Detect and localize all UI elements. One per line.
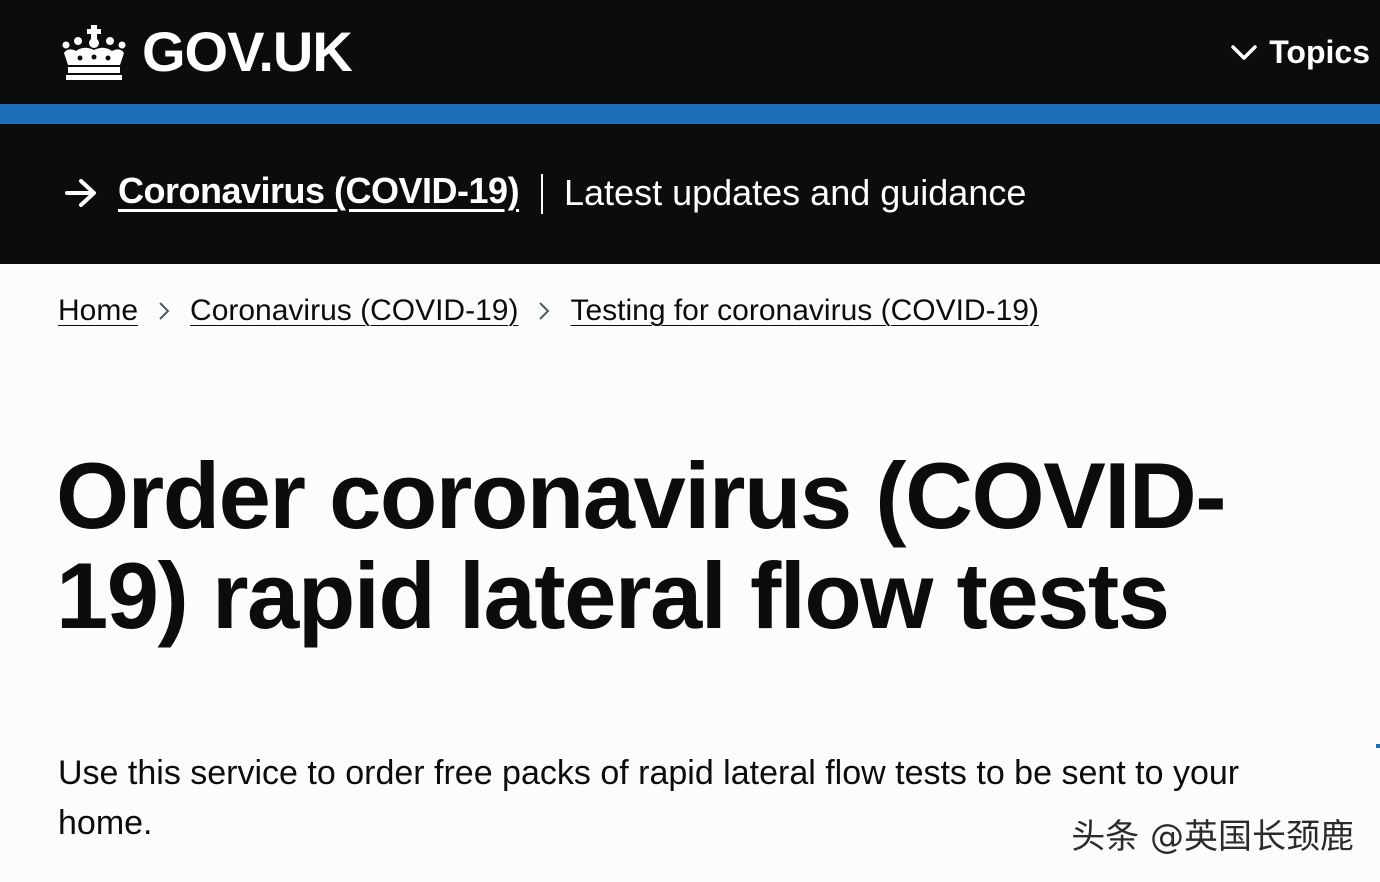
chevron-right-icon bbox=[159, 302, 170, 320]
banner-description: Latest updates and guidance bbox=[564, 172, 1027, 213]
crown-icon bbox=[62, 25, 126, 80]
watermark: 头条 @英国长颈鹿 bbox=[1071, 817, 1354, 857]
page-title: Order coronavirus (COVID-19) rapid later… bbox=[56, 443, 1227, 648]
chevron-right-icon bbox=[539, 302, 550, 320]
banner-divider bbox=[541, 174, 543, 214]
breadcrumb: Home Coronavirus (COVID-19) Testing for … bbox=[58, 294, 1039, 328]
covid-banner: Coronavirus (COVID-19) Latest updates an… bbox=[0, 124, 1380, 264]
govuk-logo-link[interactable]: GOV.UK bbox=[58, 20, 353, 84]
site-header: GOV.UK Topics bbox=[0, 0, 1380, 104]
breadcrumb-home[interactable]: Home bbox=[58, 294, 138, 328]
covid-banner-link[interactable]: Coronavirus (COVID-19) bbox=[118, 170, 520, 212]
topics-menu-button[interactable]: Topics bbox=[1231, 34, 1370, 71]
breadcrumb-coronavirus[interactable]: Coronavirus (COVID-19) bbox=[190, 294, 518, 328]
logo-text: GOV.UK bbox=[142, 20, 353, 83]
breadcrumb-testing[interactable]: Testing for coronavirus (COVID-19) bbox=[570, 294, 1039, 328]
chevron-down-icon bbox=[1231, 44, 1257, 60]
header-blue-bar bbox=[0, 104, 1380, 124]
arrow-right-icon bbox=[65, 179, 96, 207]
edge-accent bbox=[1376, 744, 1380, 748]
topics-label: Topics bbox=[1269, 34, 1370, 70]
